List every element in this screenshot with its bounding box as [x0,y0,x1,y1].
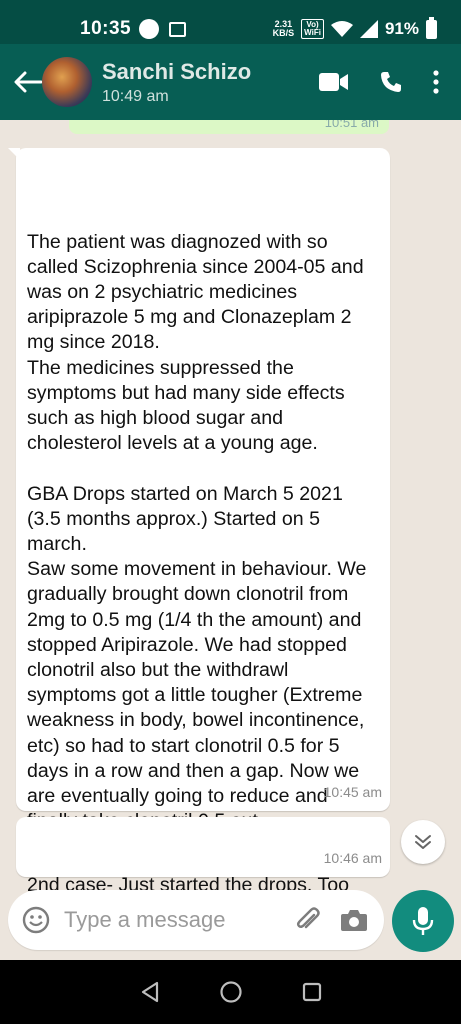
contact-info[interactable]: Sanchi Schizo 10:49 am [102,59,251,106]
attach-icon[interactable] [294,906,322,934]
double-chevron-down-icon [415,835,431,849]
microphone-icon [412,907,434,935]
header-actions [319,70,439,94]
system-navigation-bar [0,960,461,1024]
whatsapp-notification-icon [139,19,160,39]
voice-call-icon[interactable] [379,70,403,94]
network-speed: 2.31 KB/S [273,20,295,38]
vowifi-bottom-label: WiFi [304,28,321,37]
message-input[interactable]: Type a message [8,890,384,950]
message-text: The patient was diagnozed with so called… [27,230,367,833]
signal-icon [359,20,378,38]
message-time: 10:51 am [324,120,379,130]
video-call-icon[interactable] [319,72,349,92]
vowifi-icon: Vo) WiFi [301,19,324,39]
battery-percent: 91% [384,19,419,38]
nav-back-icon[interactable] [139,981,161,1003]
wifi-icon [330,21,353,37]
camera-icon[interactable] [340,908,368,932]
incoming-message-bubble[interactable]: The patient was diagnozed with so called… [8,148,390,832]
more-options-icon[interactable] [433,70,439,94]
network-speed-unit: KB/S [272,28,295,38]
outgoing-message-bubble[interactable]: 10:51 am [69,120,389,134]
message-composer: Type a message [0,878,461,960]
emoji-icon[interactable] [22,906,50,934]
status-indicators: 2.31 KB/S Vo) WiFi 91% [273,16,437,39]
voice-record-button[interactable] [392,890,454,952]
contact-avatar[interactable] [42,57,92,107]
nav-recents-icon[interactable] [302,982,322,1002]
bubble-tail [8,148,20,160]
chat-header: Sanchi Schizo 10:49 am [0,44,461,120]
battery-icon [426,16,437,39]
status-time: 10:35 [80,18,132,39]
message-input-placeholder: Type a message [64,907,226,932]
message-time: 10:46 am [323,849,382,866]
chat-area[interactable]: 10:51 am The patient was diagnozed with … [0,120,461,956]
scroll-to-bottom-button[interactable] [401,820,445,864]
last-seen: 10:49 am [102,87,169,105]
nav-home-icon[interactable] [219,980,243,1004]
incoming-message-bubble[interactable]: 2nd case- Just started the drops. Too ea… [16,817,390,922]
image-notification-icon [169,21,187,37]
message-time: 10:45 am [323,783,382,800]
contact-name: Sanchi Schizo [102,58,252,84]
